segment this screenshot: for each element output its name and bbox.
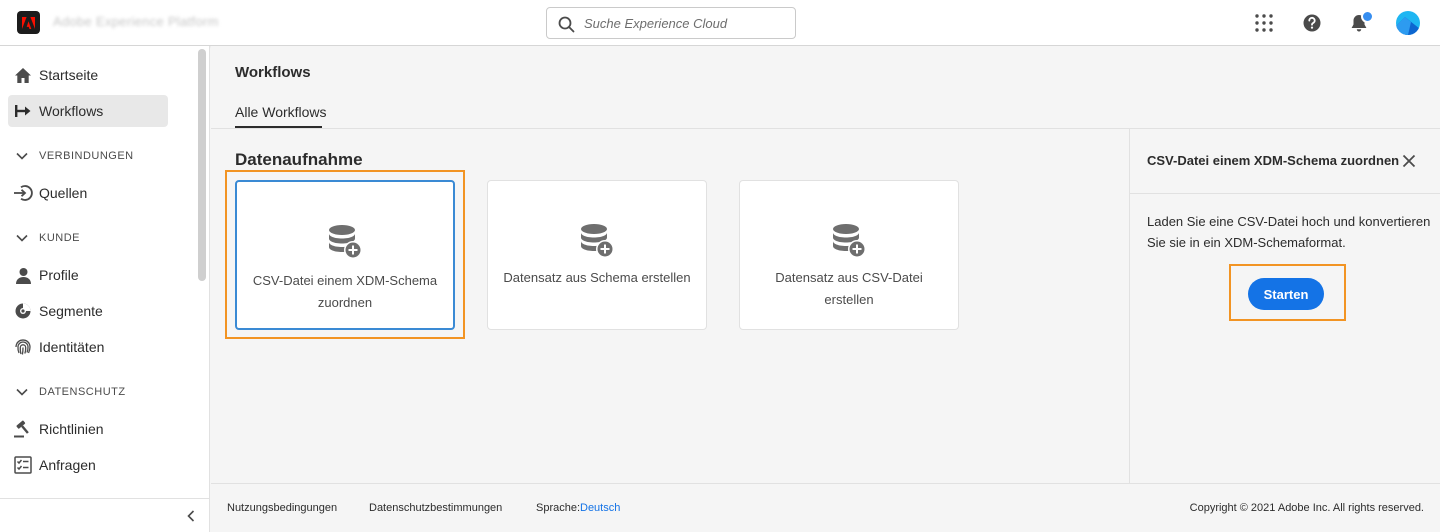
sidebar-item-quellen[interactable]: Quellen <box>8 177 168 209</box>
top-bar: Adobe Experience Platform Suche Experien… <box>0 0 1440 46</box>
tab-selected-indicator <box>235 126 322 128</box>
chevron-down-icon <box>16 234 28 242</box>
chevron-down-icon <box>16 388 28 396</box>
section-label: VERBINDUNGEN <box>39 150 134 162</box>
sidebar-item-label: Richtlinien <box>39 421 104 437</box>
sources-icon <box>12 183 34 203</box>
language-link[interactable]: Deutsch <box>580 502 620 514</box>
panel-title: CSV-Datei einem XDM-Schema zuordnen <box>1147 153 1400 168</box>
footer: Nutzungsbedingungen Datenschutzbestimmun… <box>211 483 1440 532</box>
fingerprint-icon <box>12 337 34 357</box>
notification-dot <box>1361 10 1374 23</box>
sidebar-item-label: Startseite <box>39 67 99 83</box>
close-icon[interactable] <box>1402 154 1416 168</box>
copyright: Copyright © 2021 Adobe Inc. All rights r… <box>1189 502 1424 514</box>
search-placeholder: Suche Experience Cloud <box>584 16 728 31</box>
chevron-left-icon <box>187 510 195 522</box>
sidebar-item-richtlinien[interactable]: Richtlinien <box>8 413 168 445</box>
sidebar-item-identitaeten[interactable]: Identitäten <box>8 331 168 363</box>
sidebar-item-workflows[interactable]: Workflows <box>8 95 168 127</box>
main-header: Workflows Alle Workflows <box>211 46 1440 129</box>
panel-description: Laden Sie eine CSV-Datei hoch und konver… <box>1147 214 1431 250</box>
sidebar-item-label: Workflows <box>39 103 104 119</box>
sidebar-item-profile[interactable]: Profile <box>8 259 168 291</box>
segments-icon <box>12 301 34 321</box>
app-name[interactable]: Adobe Experience Platform <box>53 14 219 29</box>
start-button[interactable]: Starten <box>1248 278 1324 310</box>
sidebar-item-label: Quellen <box>39 185 88 201</box>
apps-grid-icon[interactable] <box>1254 13 1274 33</box>
sidebar-item-label: Profile <box>39 267 79 283</box>
help-icon[interactable] <box>1302 13 1322 33</box>
gavel-icon <box>12 419 34 439</box>
sidebar-item-anfragen[interactable]: Anfragen <box>8 449 168 481</box>
card-label: Datensatz aus Schema erstellen <box>503 270 691 285</box>
section-title: Datenaufnahme <box>235 150 363 169</box>
panel-divider <box>1130 193 1440 194</box>
section-label: DATENSCHUTZ <box>39 386 126 398</box>
workflow-card-dataset-from-schema[interactable]: Datensatz aus Schema erstellen <box>487 180 707 330</box>
sidebar-scrollbar[interactable] <box>198 49 206 281</box>
sidebar: Startseite Workflows VERBINDUNGEN Quelle… <box>0 46 210 532</box>
adobe-logo-icon[interactable] <box>17 11 40 34</box>
checklist-icon <box>12 455 34 475</box>
sidebar-item-startseite[interactable]: Startseite <box>8 59 168 91</box>
database-add-icon <box>833 224 866 258</box>
home-icon <box>12 65 34 85</box>
card-label: Datensatz aus CSV-Datei erstellen <box>775 270 923 307</box>
chevron-down-icon <box>16 152 28 160</box>
database-add-icon <box>329 225 362 259</box>
user-icon <box>12 265 34 285</box>
sidebar-collapse-button[interactable] <box>0 498 209 532</box>
sidebar-item-segmente[interactable]: Segmente <box>8 295 168 327</box>
privacy-link[interactable]: Datenschutzbestimmungen <box>369 502 502 514</box>
section-kunde[interactable]: KUNDE <box>16 228 80 248</box>
section-label: KUNDE <box>39 232 81 244</box>
search-input[interactable]: Suche Experience Cloud <box>546 7 796 39</box>
section-verbindungen[interactable]: VERBINDUNGEN <box>16 146 134 166</box>
page-title: Workflows <box>235 64 311 81</box>
section-datenschutz[interactable]: DATENSCHUTZ <box>16 382 126 402</box>
terms-link[interactable]: Nutzungsbedingungen <box>227 502 337 514</box>
workflow-card-map-csv[interactable]: CSV-Datei einem XDM-Schema zuordnen <box>235 180 455 330</box>
card-label: CSV-Datei einem XDM-Schema zuordnen <box>252 273 438 310</box>
sidebar-item-label: Anfragen <box>39 457 96 473</box>
database-add-icon <box>581 224 614 258</box>
search-icon <box>558 16 575 33</box>
tab-alle-workflows[interactable]: Alle Workflows <box>235 104 327 120</box>
language-label: Sprache: <box>536 502 581 514</box>
workflow-card-dataset-from-csv[interactable]: Datensatz aus CSV-Datei erstellen <box>739 180 959 330</box>
details-panel: CSV-Datei einem XDM-Schema zuordnen Lade… <box>1129 129 1440 483</box>
sidebar-item-label: Segmente <box>39 303 103 319</box>
workflow-icon <box>12 101 34 121</box>
sidebar-item-label: Identitäten <box>39 339 105 355</box>
avatar[interactable] <box>1396 11 1420 35</box>
